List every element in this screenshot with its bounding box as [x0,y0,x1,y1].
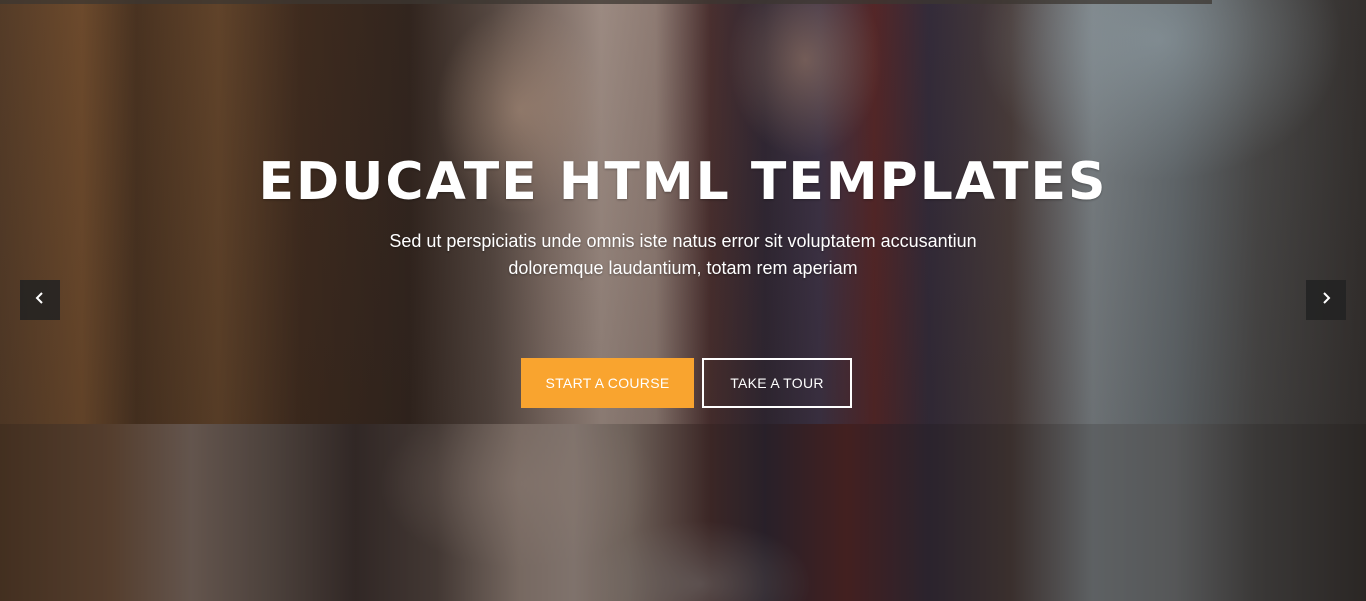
top-bar-strip [0,0,1212,4]
hero-title: EDUCATE HTML TEMPLATES [258,152,1108,212]
take-tour-button[interactable]: TAKE A TOUR [702,358,852,408]
chevron-right-icon [1319,291,1333,310]
start-course-button[interactable]: START A COURSE [521,358,694,408]
slide-next [0,424,1366,601]
slider-next-button[interactable] [1306,280,1346,320]
hero-subtitle-line-1: Sed ut perspiciatis unde omnis iste natu… [389,231,977,251]
hero-subtitle: Sed ut perspiciatis unde omnis iste natu… [333,228,1033,282]
hero-slider: EDUCATE HTML TEMPLATES Sed ut perspiciat… [0,0,1366,601]
chevron-left-icon [33,291,47,310]
hero-subtitle-line-2: doloremque laudantium, totam rem aperiam [508,258,858,278]
slider-prev-button[interactable] [20,280,60,320]
hero-background-photo-next [0,424,1366,601]
